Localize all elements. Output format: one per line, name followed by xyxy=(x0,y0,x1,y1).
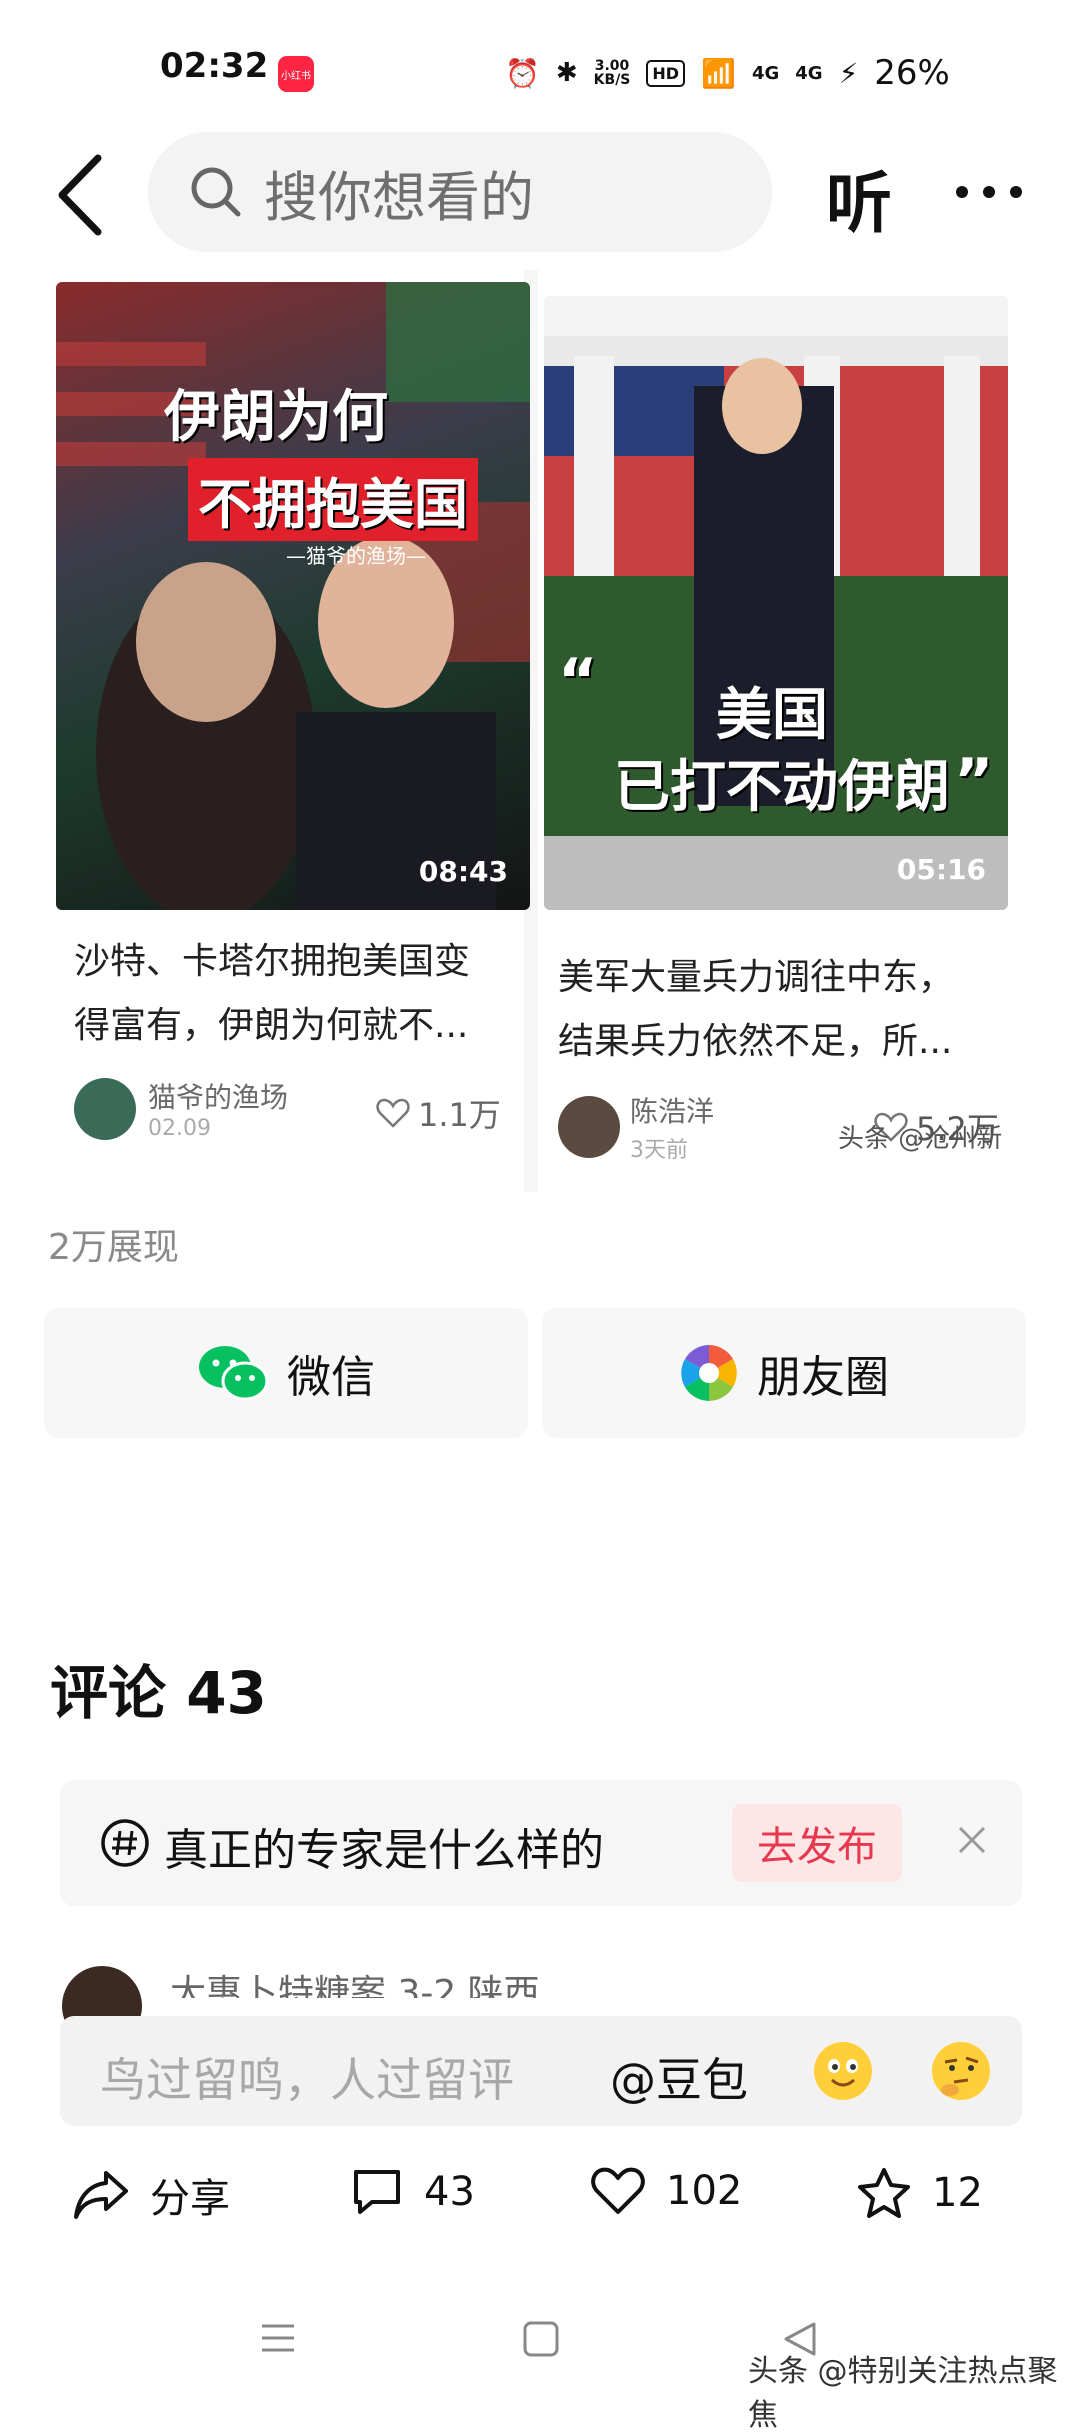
star-icon xyxy=(858,2168,910,2218)
shared-screenshot: 伊朗为何 不拥抱美国 —猫爷的渔场— 08:43 沙特、卡塔尔拥抱美国变 得富有… xyxy=(44,270,1034,1192)
share-action[interactable]: 分享 xyxy=(72,2166,230,2224)
video-card-1[interactable]: 伊朗为何 不拥抱美国 —猫爷的渔场— 08:43 沙特、卡塔尔拥抱美国变 得富有… xyxy=(44,270,530,1192)
listen-button[interactable]: 听 xyxy=(826,150,892,246)
share-icon xyxy=(74,2171,128,2219)
thumbnail-title-line1: 伊朗为何 xyxy=(164,385,388,450)
home-nav-icon[interactable] xyxy=(522,2320,560,2358)
comment-placeholder: 鸟过留鸣，人过留评 xyxy=(100,2053,514,2107)
comments-title: 评论 43 xyxy=(50,1659,267,1727)
share-action-label: 分享 xyxy=(150,2176,230,2222)
image-watermark: 头条 @沧州新 xyxy=(838,1124,1003,1154)
thinking-emoji-icon[interactable] xyxy=(930,2040,992,2102)
author-name[interactable]: 猫爷的渔场 xyxy=(148,1076,288,1116)
share-moments-button[interactable]: 朋友圈 xyxy=(542,1308,1026,1438)
favorite-action[interactable]: 12 xyxy=(856,2166,983,2220)
moments-icon xyxy=(681,1345,737,1401)
like-action[interactable]: 102 xyxy=(590,2166,742,2216)
wifi-icon: 📶 xyxy=(701,56,736,90)
publish-button[interactable]: 去发布 xyxy=(732,1804,902,1882)
author-avatar[interactable] xyxy=(558,1096,620,1158)
mention-doubao-button[interactable]: @豆包 xyxy=(610,2044,748,2110)
network-speed: 3.00 KB/S xyxy=(593,58,631,88)
video-card-2[interactable]: 美国 已打不动伊朗 “ ” 05:16 美军大量兵力调往中东， 结果兵力依然不足… xyxy=(538,270,1034,1192)
video-title-1: 沙特、卡塔尔拥抱美国变 得富有，伊朗为何就不... xyxy=(74,941,471,1046)
video-thumbnail-1: 伊朗为何 不拥抱美国 —猫爷的渔场— 08:43 xyxy=(56,282,530,910)
thumbnail-title-line2: 不拥抱美国 xyxy=(188,458,478,541)
charging-icon: ⚡ xyxy=(838,56,859,90)
quote-close-mark: ” xyxy=(954,746,994,816)
smile-emoji-icon[interactable] xyxy=(812,2040,874,2102)
bluetooth-icon: ✱ xyxy=(555,58,578,88)
status-time: 02:32 xyxy=(160,46,269,86)
topic-suggestion[interactable]: 真正的专家是什么样的 去发布 xyxy=(60,1780,1022,1906)
likes-count: 102 xyxy=(666,2168,743,2214)
thumbnail-subtitle: —猫爷的渔场— xyxy=(286,544,426,568)
app-notification-badge: 小红书 xyxy=(278,56,314,92)
video-duration: 05:16 xyxy=(896,853,986,886)
heart-icon xyxy=(376,1098,410,1128)
signal-4g-icon: 4G xyxy=(751,62,780,84)
wechat-icon xyxy=(199,1346,269,1401)
thumbnail-title-line2: 已打不动伊朗 xyxy=(614,755,950,820)
footer-watermark: 头条 @特别关注热点聚焦 xyxy=(748,2354,1058,2433)
quote-open-mark: “ xyxy=(558,646,598,716)
heart-icon xyxy=(591,2167,645,2214)
author-avatar[interactable] xyxy=(74,1078,136,1140)
close-icon[interactable] xyxy=(952,1820,992,1860)
thumbnail-title-line1: 美国 xyxy=(716,683,828,748)
author-name[interactable]: 陈浩洋 xyxy=(630,1090,714,1130)
hashtag-icon xyxy=(101,1819,149,1867)
topic-text: 真正的专家是什么样的 xyxy=(164,1825,604,1876)
share-moments-label: 朋友圈 xyxy=(757,1352,889,1403)
post-date: 02.09 xyxy=(148,1116,211,1141)
battery-level: 26% xyxy=(874,53,950,93)
comments-count: 43 xyxy=(424,2169,475,2215)
signal-4g-icon-2: 4G xyxy=(795,62,823,84)
video-title-2: 美军大量兵力调往中东， 结果兵力依然不足，所... xyxy=(558,957,955,1062)
search-icon xyxy=(191,167,241,217)
video-thumbnail-2: 美国 已打不动伊朗 “ ” 05:16 xyxy=(544,296,1008,910)
menu-nav-icon[interactable] xyxy=(258,2320,298,2356)
comment-preview: 大惠卜特糖案 3-2 陕西 xyxy=(170,1973,540,2014)
impressions-count: 2万展现 xyxy=(48,1227,179,1268)
comment-icon xyxy=(354,2170,400,2214)
back-icon[interactable] xyxy=(52,150,112,240)
comment-input[interactable]: 鸟过留鸣，人过留评 @豆包 xyxy=(60,2016,1022,2126)
alarm-icon: ⏰ xyxy=(505,56,540,90)
video-duration: 08:43 xyxy=(418,855,508,888)
share-wechat-label: 微信 xyxy=(287,1352,375,1403)
status-icons: ⏰ ✱ 3.00 KB/S HD 📶 4G 4G ⚡ 26% xyxy=(505,50,950,96)
favorites-count: 12 xyxy=(932,2170,983,2216)
search-input[interactable]: 搜你想看的 xyxy=(148,132,772,252)
share-wechat-button[interactable]: 微信 xyxy=(44,1308,528,1438)
comments-action[interactable]: 43 xyxy=(350,2166,475,2218)
like-count[interactable]: 1.1万 xyxy=(376,1090,501,1136)
hd-icon: HD xyxy=(646,59,686,87)
search-placeholder: 搜你想看的 xyxy=(264,165,534,229)
more-icon[interactable] xyxy=(954,182,1024,202)
post-date: 3天前 xyxy=(630,1138,688,1163)
